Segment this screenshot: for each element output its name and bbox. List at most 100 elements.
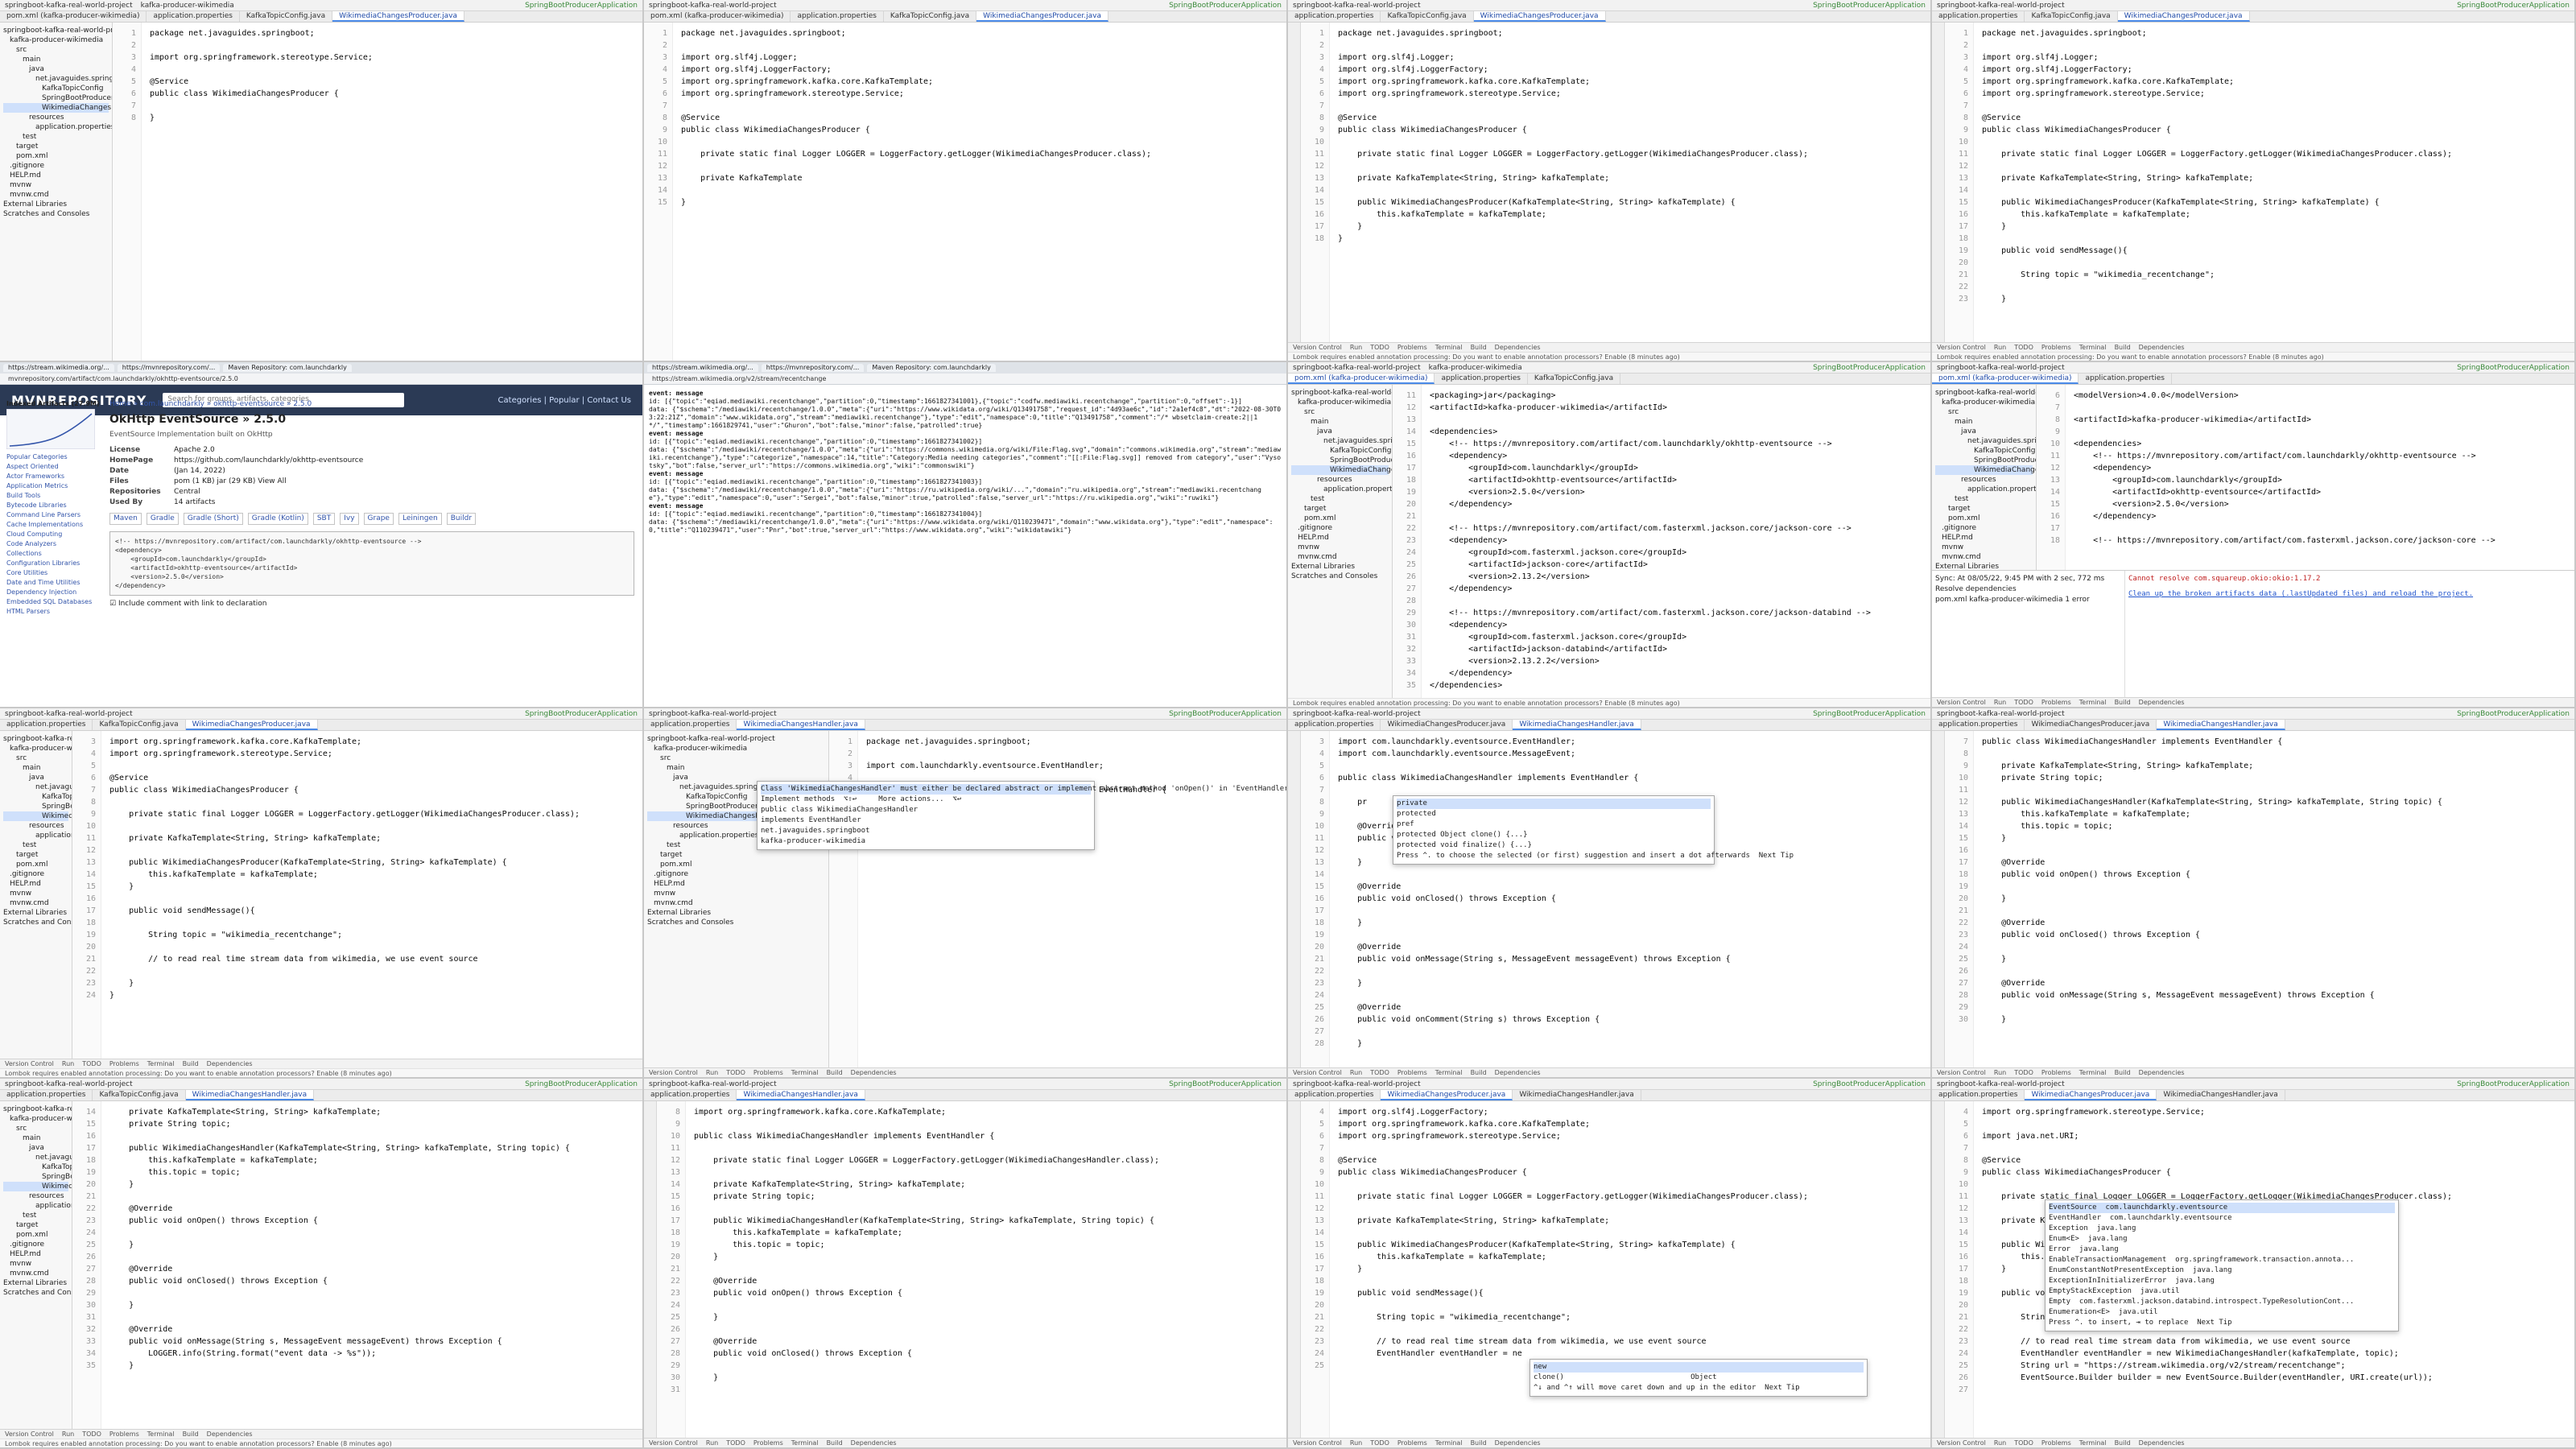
code-editor[interactable]: package net.javaguides.springboot; import… (1330, 23, 1930, 342)
code-line[interactable]: } (1982, 953, 2574, 965)
list-item[interactable]: Run (1994, 344, 2006, 351)
tree-item[interactable]: resources (1291, 475, 1389, 485)
code-line[interactable]: public void onClosed() throws Exception … (694, 1348, 1286, 1360)
tree-item[interactable]: application.properties (3, 831, 72, 840)
code-line[interactable] (1338, 869, 1930, 881)
code-line[interactable]: @Override (1982, 977, 2574, 989)
lombok-message[interactable]: Lombok requires enabled annotation proce… (0, 1068, 642, 1077)
code-line[interactable]: private KafkaTemplate (681, 172, 1286, 184)
popup-item[interactable]: Error java.lang (2049, 1245, 2395, 1255)
tab-pom[interactable]: pom.xml (kafka-producer-wikimedia) (0, 11, 147, 22)
code-line[interactable]: import org.slf4j.Logger; (681, 52, 1286, 64)
code-line[interactable] (2074, 522, 2574, 535)
list-item[interactable]: Problems (109, 1060, 139, 1067)
code-line[interactable] (681, 39, 1286, 52)
code-line[interactable]: import com.launchdarkly.eventsource.Mess… (1338, 748, 1930, 760)
code-line[interactable]: <dependency> (1430, 450, 1930, 462)
lombok-message[interactable]: Lombok requires enabled annotation proce… (0, 1439, 642, 1447)
side-toolwindow-bar[interactable] (1932, 1101, 1945, 1438)
code-line[interactable]: <modelVersion>4.0.0</modelVersion> (2074, 390, 2574, 402)
code-line[interactable] (109, 1311, 642, 1323)
tree-item[interactable]: External Libraries (647, 908, 825, 918)
code-line[interactable]: <artifactId>okhttp-eventsource</artifact… (2074, 486, 2574, 498)
list-item[interactable]: Problems (753, 1439, 783, 1447)
category-link[interactable]: Code Analyzers (6, 539, 101, 549)
build-sync-list[interactable]: Sync: At 08/05/22, 9:45 PM with 2 sec, 7… (1932, 571, 2125, 697)
code-line[interactable] (150, 100, 642, 112)
tab-props[interactable]: application.properties (644, 1090, 737, 1100)
category-link[interactable]: HTML Parsers (6, 607, 101, 617)
breadcrumb[interactable]: Home » com.launchdarkly » okhttp-eventso… (109, 399, 634, 410)
tab-producer[interactable]: WikimediaChangesProducer.java (185, 720, 318, 730)
tree-item[interactable]: mvnw.cmd (1935, 552, 2033, 562)
project-tree[interactable]: springboot-kafka-real-world-projectkafka… (1288, 385, 1393, 698)
tab-handler[interactable]: WikimediaChangesHandler.java (185, 1090, 315, 1100)
project-name[interactable]: springboot-kafka-real-world-project (649, 1080, 777, 1088)
code-line[interactable]: </dependency> (2074, 510, 2574, 522)
code-line[interactable]: String topic = "wikimedia_recentchange"; (109, 929, 642, 941)
list-item[interactable]: TODO (82, 1430, 101, 1438)
tree-item[interactable]: External Libraries (3, 908, 68, 918)
build-tab[interactable]: SBT (312, 513, 336, 525)
popup-item[interactable]: pref (1397, 819, 1711, 830)
build-tab[interactable]: Gradle (Short) (183, 513, 243, 525)
code-line[interactable]: import org.springframework.stereotype.Se… (1338, 1130, 1930, 1142)
code-line[interactable]: <!-- https://mvnrepository.com/artifact/… (1430, 438, 1930, 450)
tree-item[interactable]: KafkaTopicConfig (3, 1162, 72, 1172)
code-line[interactable]: } (109, 977, 642, 989)
tree-item[interactable]: springboot-kafka-real-world-project (3, 26, 112, 35)
category-link[interactable]: Aspect Oriented (6, 462, 101, 472)
list-item[interactable]: Problems (2041, 1069, 2071, 1076)
tree-item[interactable]: mvnw (1291, 543, 1389, 552)
code-line[interactable]: public void sendMessage(){ (1982, 245, 2574, 257)
code-line[interactable] (109, 844, 642, 857)
tree-item[interactable]: KafkaTopicConfig (3, 84, 109, 93)
project-tree[interactable]: springboot-kafka-real-world-projectkafka… (0, 23, 113, 361)
category-link[interactable]: Configuration Libraries (6, 559, 101, 568)
code-line[interactable]: } (1338, 1038, 1930, 1050)
tree-item[interactable]: SpringBootProducerApplication (3, 93, 112, 103)
code-line[interactable] (1982, 100, 2574, 112)
code-line[interactable]: <dependency> (2074, 462, 2574, 474)
code-line[interactable]: <!-- https://mvnrepository.com/artifact/… (2074, 450, 2574, 462)
code-line[interactable] (109, 1251, 642, 1263)
tree-item[interactable]: kafka-producer-wikimedia (3, 744, 72, 753)
code-line[interactable] (1982, 881, 2574, 893)
run-config[interactable]: SpringBootProducerApplication (1169, 2, 1282, 10)
tree-item[interactable]: target (647, 850, 825, 860)
code-line[interactable]: public class WikimediaChangesProducer { (1338, 1166, 1930, 1179)
tree-item[interactable]: kafka-producer-wikimedia (1935, 398, 2035, 407)
code-line[interactable]: } (1338, 233, 1930, 245)
project-name[interactable]: springboot-kafka-real-world-project (1937, 364, 2065, 372)
code-line[interactable]: </dependency> (1430, 583, 1930, 595)
project-name[interactable]: springboot-kafka-real-world-project (1937, 2, 2065, 10)
code-line[interactable]: private KafkaTemplate<String, String> ka… (1982, 172, 2574, 184)
code-editor[interactable]: private KafkaTemplate<String, String> ka… (101, 1101, 642, 1429)
tree-item[interactable]: java (3, 64, 109, 74)
code-line[interactable]: this.kafkaTemplate = kafkaTemplate; (1982, 208, 2574, 221)
code-line[interactable] (1982, 1001, 2574, 1013)
tree-item[interactable]: .gitignore (3, 161, 109, 171)
code-editor[interactable]: import com.launchdarkly.eventsource.Even… (1330, 731, 1930, 1067)
code-line[interactable] (1338, 1203, 1930, 1215)
include-comment-checkbox[interactable]: ☑ Include comment with link to declarati… (109, 599, 634, 609)
code-line[interactable] (150, 39, 642, 52)
list-item[interactable]: Version Control (1293, 1439, 1342, 1447)
code-line[interactable] (1338, 1299, 1930, 1311)
run-config[interactable]: SpringBootProducerApplication (525, 710, 638, 718)
tree-item[interactable]: HELP.md (3, 1249, 68, 1259)
tree-item[interactable]: WikimediaChangesProducer (3, 103, 112, 113)
tab-producer[interactable]: WikimediaChangesProducer.java (2117, 11, 2250, 22)
tree-item[interactable]: test (1935, 494, 2033, 504)
code-line[interactable] (694, 1299, 1286, 1311)
tree-item[interactable]: target (3, 850, 68, 860)
code-line[interactable]: } (1338, 977, 1930, 989)
code-line[interactable]: package net.javaguides.springboot; (866, 736, 1286, 748)
code-line[interactable] (1338, 784, 1930, 796)
tree-item[interactable]: src (3, 45, 109, 55)
tree-item[interactable]: src (1935, 407, 2033, 417)
code-editor[interactable]: package net.javaguides.springboot; import… (673, 23, 1286, 361)
tree-item[interactable]: HELP.md (647, 879, 825, 889)
list-item[interactable]: Terminal (791, 1439, 819, 1447)
list-item[interactable]: Terminal (2079, 1439, 2107, 1447)
